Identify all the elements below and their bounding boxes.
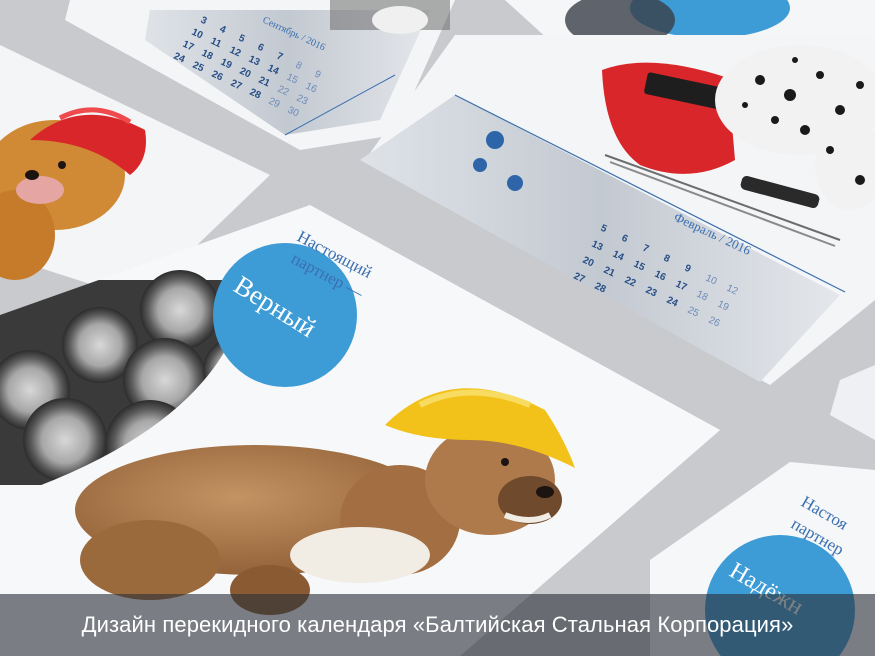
caption-bar: Дизайн перекидного календаря «Балтийская… [0, 594, 875, 656]
scene: Настоящий партнер — Верный Настоя партне… [0, 0, 875, 656]
caption-text: Дизайн перекидного календаря «Балтийская… [81, 612, 794, 637]
calendar-photo: Настоящий партнер — Верный Настоя партне… [0, 0, 875, 656]
